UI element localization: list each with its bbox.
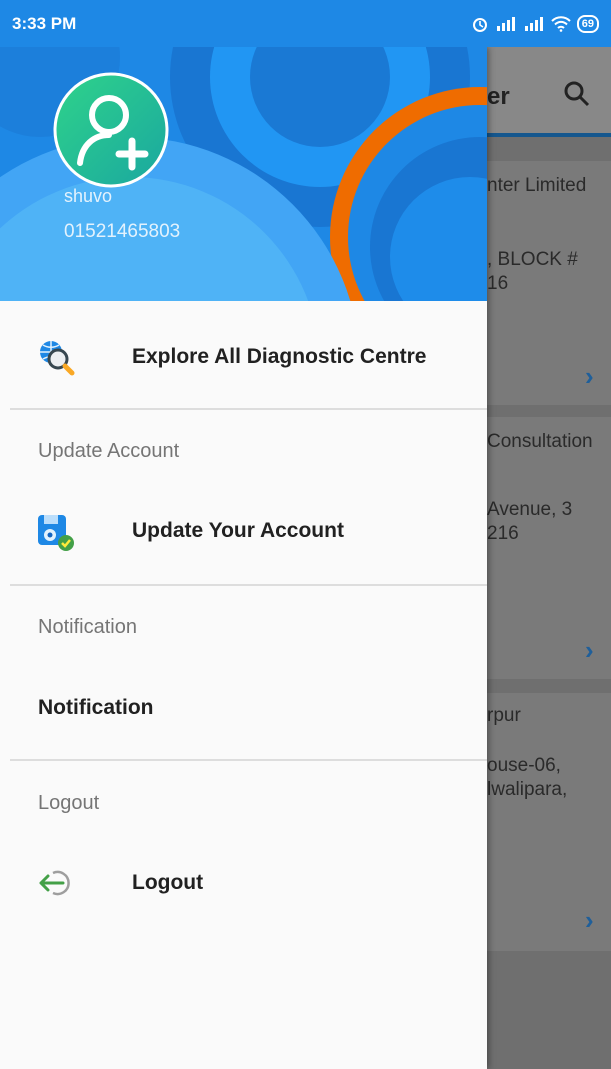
- divider: [10, 759, 487, 761]
- card-title: Consultation: [487, 431, 593, 452]
- alarm-icon: [472, 17, 487, 32]
- section-header-logout: Logout: [38, 792, 100, 814]
- menu-item-update-account[interactable]: Update Your Account: [0, 491, 487, 571]
- card-address-2: 16: [487, 273, 509, 294]
- menu-item-explore-diagnostic-centre[interactable]: Explore All Diagnostic Centre: [0, 317, 487, 397]
- divider: [10, 408, 487, 410]
- menu-label: Explore All Diagnostic Centre: [132, 345, 427, 368]
- section-header-notification: Notification: [38, 616, 137, 638]
- menu-label: Update Your Account: [132, 519, 344, 542]
- card-address: ouse-06,: [487, 755, 561, 776]
- signal-icon-2: [524, 16, 543, 31]
- logout-icon: [39, 870, 70, 896]
- wifi-icon: [551, 15, 571, 32]
- user-phone: 01521465803: [64, 221, 181, 242]
- list-item[interactable]: Consultation Avenue, 3 216 ›: [487, 417, 611, 679]
- card-address: , BLOCK #: [487, 249, 578, 270]
- card-title: nter Limited: [487, 175, 587, 196]
- list-item[interactable]: rpur ouse-06, lwalipara, ›: [487, 693, 611, 951]
- chevron-right-icon[interactable]: ›: [585, 905, 594, 936]
- card-address-2: lwalipara,: [487, 779, 568, 800]
- card-title: rpur: [487, 705, 521, 726]
- chevron-right-icon[interactable]: ›: [585, 361, 594, 392]
- menu-label: Logout: [132, 871, 204, 894]
- search-icon[interactable]: [562, 79, 592, 109]
- section-header-update-account: Update Account: [38, 440, 180, 462]
- divider: [10, 584, 487, 586]
- chevron-right-icon[interactable]: ›: [585, 635, 594, 666]
- drawer-header: shuvo 01521465803: [0, 47, 487, 301]
- globe-search-icon: [40, 341, 75, 376]
- card-address: Avenue, 3: [487, 499, 573, 520]
- battery-icon: 69: [576, 14, 599, 33]
- list-item[interactable]: nter Limited , BLOCK # 16 ›: [487, 161, 611, 405]
- status-time: 3:33 PM: [12, 13, 77, 33]
- card-address-2: 216: [487, 523, 519, 544]
- signal-icon: [496, 16, 515, 31]
- navigation-drawer: shuvo 01521465803 Explore All Diagnostic…: [0, 47, 487, 1069]
- user-name: shuvo: [64, 186, 113, 206]
- avatar-add-user-icon[interactable]: [52, 71, 170, 189]
- status-icons: 69: [471, 14, 599, 33]
- menu-item-notification[interactable]: Notification: [38, 696, 154, 720]
- menu-item-logout[interactable]: Logout: [0, 843, 487, 923]
- save-disk-icon: [38, 515, 74, 551]
- background-title: er: [487, 83, 510, 110]
- status-bar: 3:33 PM 69: [0, 0, 611, 47]
